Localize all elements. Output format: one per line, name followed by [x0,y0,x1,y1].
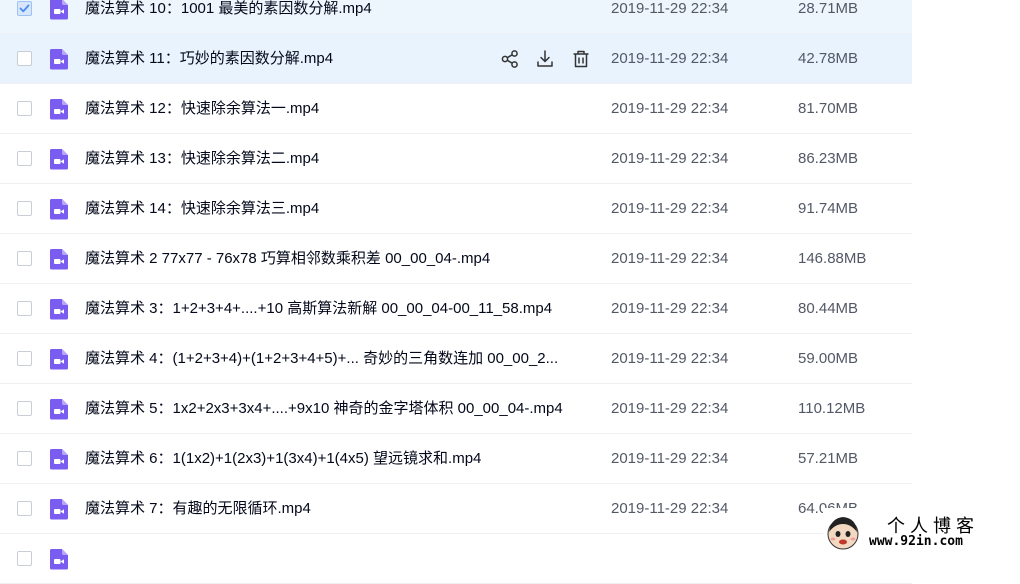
file-size: 86.23MB [798,150,859,167]
row-checkbox[interactable] [17,251,32,266]
row-checkbox[interactable] [17,151,32,166]
checkmark-icon [19,4,30,13]
row-checkbox[interactable] [17,451,32,466]
file-size: 81.70MB [798,100,859,117]
watermark: 个人博客 www.92in.com [823,508,1020,553]
modified-date: 2019-11-29 22:34 [611,150,729,167]
file-size: 57.21MB [798,450,859,467]
file-list: 魔法算术 10：1001 最美的素因数分解.mp4 2019-11-29 22:… [0,0,912,584]
video-file-icon [50,399,68,420]
video-file-icon [50,249,68,270]
modified-date: 2019-11-29 22:34 [611,0,729,17]
modified-date: 2019-11-29 22:34 [611,350,729,367]
share-icon[interactable] [500,49,520,69]
file-name[interactable]: 魔法算术 14：快速除余算法三.mp4 [85,184,319,234]
modified-date: 2019-11-29 22:34 [611,500,729,517]
file-row[interactable]: 魔法算术 2 77x77 - 76x78 巧算相邻数乘积差 00_00_04-.… [0,234,912,284]
file-row[interactable] [0,534,912,584]
file-size: 91.74MB [798,200,859,217]
row-checkbox[interactable] [17,501,32,516]
modified-date: 2019-11-29 22:34 [611,100,729,117]
video-file-icon [50,0,68,20]
modified-date: 2019-11-29 22:34 [611,300,729,317]
video-file-icon [50,199,68,220]
file-row[interactable]: 魔法算术 14：快速除余算法三.mp4 2019-11-29 22:34 91.… [0,184,912,234]
row-checkbox[interactable] [17,201,32,216]
file-name[interactable]: 魔法算术 5：1x2+2x3+3x4+....+9x10 神奇的金字塔体积 00… [85,384,563,434]
file-name[interactable]: 魔法算术 3：1+2+3+4+....+10 高斯算法新解 00_00_04-0… [85,284,552,334]
video-file-icon [50,299,68,320]
file-row[interactable]: 魔法算术 7：有趣的无限循环.mp4 2019-11-29 22:34 64.0… [0,484,912,534]
download-icon[interactable] [535,49,555,69]
row-checkbox[interactable] [17,101,32,116]
row-checkbox[interactable] [17,301,32,316]
video-file-icon [50,49,68,70]
file-row[interactable]: 魔法算术 5：1x2+2x3+3x4+....+9x10 神奇的金字塔体积 00… [0,384,912,434]
modified-date: 2019-11-29 22:34 [611,400,729,417]
row-checkbox[interactable] [17,51,32,66]
modified-date: 2019-11-29 22:34 [611,50,729,67]
file-name[interactable]: 魔法算术 2 77x77 - 76x78 巧算相邻数乘积差 00_00_04-.… [85,234,490,284]
row-checkbox[interactable] [17,401,32,416]
file-name[interactable]: 魔法算术 10：1001 最美的素因数分解.mp4 [85,0,372,34]
file-name[interactable]: 魔法算术 6：1(1x2)+1(2x3)+1(3x4)+1(4x5) 望远镜求和… [85,434,481,484]
file-row[interactable]: 魔法算术 13：快速除余算法二.mp4 2019-11-29 22:34 86.… [0,134,912,184]
modified-date: 2019-11-29 22:34 [611,250,729,267]
file-size: 28.71MB [798,0,859,17]
file-size: 42.78MB [798,50,859,67]
file-name[interactable]: 魔法算术 7：有趣的无限循环.mp4 [85,484,311,534]
file-name[interactable]: 魔法算术 4：(1+2+3+4)+(1+2+3+4+5)+... 奇妙的三角数连… [85,334,558,384]
row-checkbox[interactable] [17,1,32,16]
file-size: 146.88MB [798,250,867,267]
file-row[interactable]: 魔法算术 12：快速除余算法一.mp4 2019-11-29 22:34 81.… [0,84,912,134]
video-file-icon [50,449,68,470]
file-row[interactable]: 魔法算术 4：(1+2+3+4)+(1+2+3+4+5)+... 奇妙的三角数连… [0,334,912,384]
file-name[interactable]: 魔法算术 11：巧妙的素因数分解.mp4 [85,34,333,84]
file-row[interactable]: 魔法算术 3：1+2+3+4+....+10 高斯算法新解 00_00_04-0… [0,284,912,334]
video-file-icon [50,549,68,570]
row-checkbox[interactable] [17,351,32,366]
watermark-url: www.92in.com [869,534,963,549]
video-file-icon [50,499,68,520]
file-row[interactable]: 魔法算术 6：1(1x2)+1(2x3)+1(3x4)+1(4x5) 望远镜求和… [0,434,912,484]
avatar-icon [827,517,859,550]
file-size: 59.00MB [798,350,859,367]
file-row[interactable]: 魔法算术 10：1001 最美的素因数分解.mp4 2019-11-29 22:… [0,0,912,34]
file-size: 80.44MB [798,300,859,317]
file-name[interactable]: 魔法算术 12：快速除余算法一.mp4 [85,84,319,134]
file-size: 110.12MB [798,400,866,417]
video-file-icon [50,149,68,170]
row-checkbox[interactable] [17,551,32,566]
file-row[interactable]: 魔法算术 11：巧妙的素因数分解.mp4 2019-11-29 22:34 42… [0,34,912,84]
modified-date: 2019-11-29 22:34 [611,200,729,217]
trash-icon[interactable] [571,49,591,69]
file-name[interactable]: 魔法算术 13：快速除余算法二.mp4 [85,134,319,184]
modified-date: 2019-11-29 22:34 [611,450,729,467]
video-file-icon [50,99,68,120]
video-file-icon [50,349,68,370]
